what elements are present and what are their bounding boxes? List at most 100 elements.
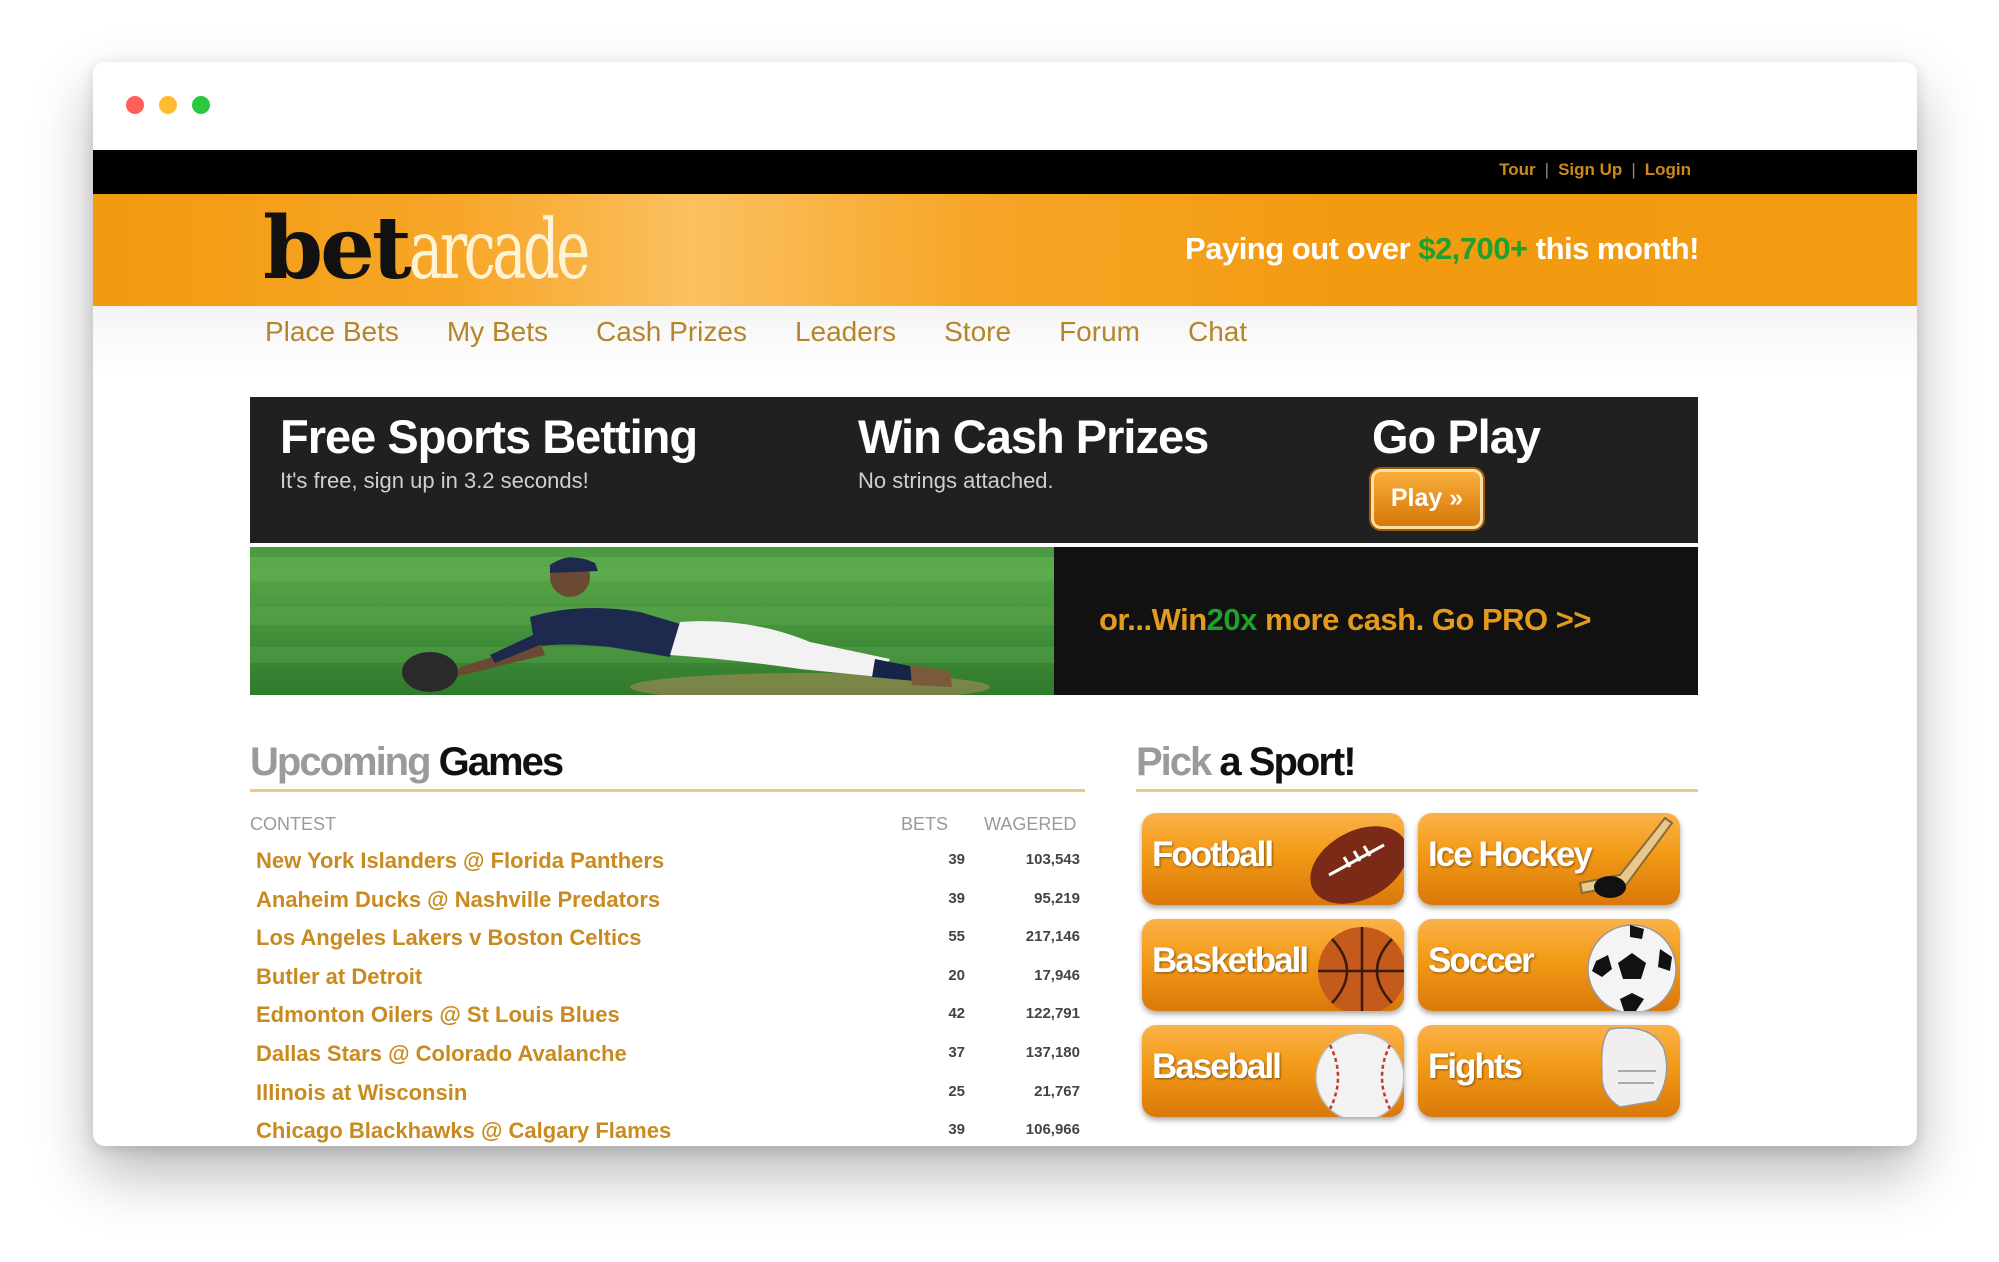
diving-player-image: [250, 547, 1054, 695]
payout-suffix: this month!: [1535, 231, 1700, 266]
nav-leaders[interactable]: Leaders: [795, 316, 896, 348]
game-row[interactable]: Dallas Stars @ Colorado Avalanche 37 137,1…: [250, 1035, 1085, 1074]
promo-win-cash: Win Cash Prizes No strings attached.: [858, 409, 1209, 494]
game-wagered-amount: 106,966: [1025, 1121, 1080, 1139]
login-link[interactable]: Login: [1645, 160, 1691, 179]
game-wagered-amount: 95,219: [1034, 889, 1080, 907]
promo-win-title: Win Cash Prizes: [858, 410, 1209, 463]
game-wagered-amount: 122,791: [1025, 1005, 1080, 1023]
soccer-ball-icon: [1587, 924, 1677, 1011]
upcoming-title-dark: Games: [438, 740, 564, 784]
game-contest-link[interactable]: Los Angeles Lakers v Boston Celtics: [256, 925, 642, 951]
close-window-button[interactable]: [126, 96, 144, 114]
window-titlebar: [93, 62, 1917, 150]
promo-free-subtitle: It's free, sign up in 3.2 seconds!: [280, 468, 589, 493]
game-wagered-amount: 103,543: [1025, 851, 1080, 868]
betarcade-logo[interactable]: betarcade: [263, 198, 663, 299]
site-header: betarcade Paying out over $2,700+ this m…: [93, 194, 1917, 306]
game-wagered-amount: 137,180: [1025, 1043, 1080, 1061]
sport-fights-button[interactable]: Fights: [1418, 1025, 1680, 1117]
promo-win-subtitle: No strings attached.: [858, 468, 1054, 493]
link-separator: |: [1631, 160, 1636, 179]
header-contest: CONTEST: [250, 814, 337, 834]
game-bets-count: 37: [948, 1043, 965, 1061]
boxing-glove-icon: [1600, 1027, 1668, 1108]
game-row[interactable]: Chicago Blackhawks @ Calgary Flames 39 106…: [250, 1112, 1085, 1146]
game-bets-count: 20: [948, 966, 965, 984]
sport-basketball-button[interactable]: Basketball: [1142, 919, 1404, 1011]
go-pro-link[interactable]: or...Win20x more cash. Go PRO >>: [1099, 602, 1591, 638]
sign-up-link[interactable]: Sign Up: [1558, 160, 1622, 179]
nav-place-bets[interactable]: Place Bets: [265, 316, 399, 348]
game-row[interactable]: New York Islanders @ Florida Panthers 39 1…: [250, 842, 1085, 881]
go-pro-multiplier: 20x: [1206, 602, 1258, 637]
game-contest-link[interactable]: Butler at Detroit: [256, 964, 422, 990]
main-nav: Place Bets My Bets Cash Prizes Leaders S…: [265, 316, 1247, 348]
payout-amount: $2,700+: [1418, 231, 1528, 266]
sport-football-button[interactable]: Football: [1142, 813, 1404, 905]
pick-title-light: Pick: [1136, 740, 1212, 784]
header-bets: BETS: [901, 814, 949, 834]
payout-prefix: Paying out over: [1185, 231, 1411, 266]
sport-basketball-label: Basketball: [1152, 941, 1309, 980]
game-wagered-amount: 17,946: [1034, 966, 1080, 984]
logo-bet-text: bet: [263, 198, 412, 299]
nav-cash-prizes[interactable]: Cash Prizes: [596, 316, 747, 348]
nav-my-bets[interactable]: My Bets: [447, 316, 548, 348]
upcoming-divider: [250, 789, 1085, 792]
sport-football-label: Football: [1152, 835, 1274, 874]
sport-soccer-label: Soccer: [1428, 941, 1535, 980]
sport-baseball-button[interactable]: Baseball: [1142, 1025, 1404, 1117]
game-contest-link[interactable]: Illinois at Wisconsin: [256, 1080, 467, 1106]
game-contest-link[interactable]: Chicago Blackhawks @ Calgary Flames: [256, 1118, 671, 1144]
upcoming-games-table: New York Islanders @ Florida Panthers 39 1…: [250, 842, 1085, 1146]
game-row[interactable]: Butler at Detroit 20 17,946: [250, 958, 1085, 997]
pick-title-mid: a: [1219, 740, 1241, 784]
game-contest-link[interactable]: Dallas Stars @ Colorado Avalanche: [256, 1041, 627, 1067]
sport-baseball-label: Baseball: [1152, 1047, 1282, 1086]
sport-ice-hockey-button[interactable]: Ice Hockey: [1418, 813, 1680, 905]
game-contest-link[interactable]: New York Islanders @ Florida Panthers: [256, 848, 664, 874]
game-bets-count: 25: [948, 1082, 965, 1100]
minimize-window-button[interactable]: [159, 96, 177, 114]
game-bets-count: 55: [948, 928, 965, 946]
logo-arcade-text: arcade: [408, 203, 590, 298]
game-row[interactable]: Anaheim Ducks @ Nashville Predators 39 95,…: [250, 881, 1085, 920]
game-row[interactable]: Edmonton Oilers @ St Louis Blues 42 122,79…: [250, 996, 1085, 1035]
nav-store[interactable]: Store: [944, 316, 1011, 348]
game-contest-link[interactable]: Edmonton Oilers @ St Louis Blues: [256, 1002, 620, 1028]
game-contest-link[interactable]: Anaheim Ducks @ Nashville Predators: [256, 887, 660, 913]
sport-ice-hockey-label: Ice Hockey: [1428, 835, 1593, 874]
baseball-icon: [1315, 1032, 1404, 1117]
upcoming-games-title: Upcoming Games: [250, 740, 564, 785]
payout-banner: Paying out over $2,700+ this month!: [1185, 231, 1699, 267]
promo-free-title: Free Sports Betting: [280, 410, 698, 463]
game-wagered-amount: 21,767: [1034, 1082, 1080, 1100]
game-bets-count: 42: [948, 1005, 965, 1023]
header-wagered: WAGERED: [984, 814, 1077, 834]
game-row[interactable]: Illinois at Wisconsin 25 21,767: [250, 1074, 1085, 1113]
promo-free-betting: Free Sports Betting It's free, sign up i…: [280, 409, 698, 494]
tour-link[interactable]: Tour: [1499, 160, 1536, 179]
game-wagered-amount: 217,146: [1025, 928, 1080, 946]
promo-go-play: Go Play: [1372, 409, 1541, 464]
link-separator: |: [1544, 160, 1550, 179]
sport-fights-label: Fights: [1428, 1047, 1523, 1086]
main-nav-bar: Place Bets My Bets Cash Prizes Leaders S…: [93, 306, 1917, 374]
baseball-player-photo: [250, 547, 1054, 695]
go-pro-suffix: more cash. Go PRO >>: [1265, 602, 1591, 637]
go-pro-prefix: or...Win: [1099, 602, 1207, 637]
go-pro-banner: or...Win20x more cash. Go PRO >>: [1054, 547, 1698, 695]
pick-sport-title: Pick a Sport!: [1136, 740, 1357, 785]
nav-chat[interactable]: Chat: [1188, 316, 1247, 348]
football-icon: [1310, 826, 1404, 904]
maximize-window-button[interactable]: [192, 96, 210, 114]
sport-soccer-button[interactable]: Soccer: [1418, 919, 1680, 1011]
game-row[interactable]: Los Angeles Lakers v Boston Celtics 55 217…: [250, 919, 1085, 958]
pick-divider: [1136, 789, 1698, 792]
nav-forum[interactable]: Forum: [1059, 316, 1140, 348]
play-button[interactable]: Play »: [1371, 469, 1483, 529]
promo-go-play-title: Go Play: [1372, 410, 1541, 463]
upcoming-title-light: Upcoming: [250, 740, 432, 784]
promo-banner: Free Sports Betting It's free, sign up i…: [250, 397, 1698, 543]
